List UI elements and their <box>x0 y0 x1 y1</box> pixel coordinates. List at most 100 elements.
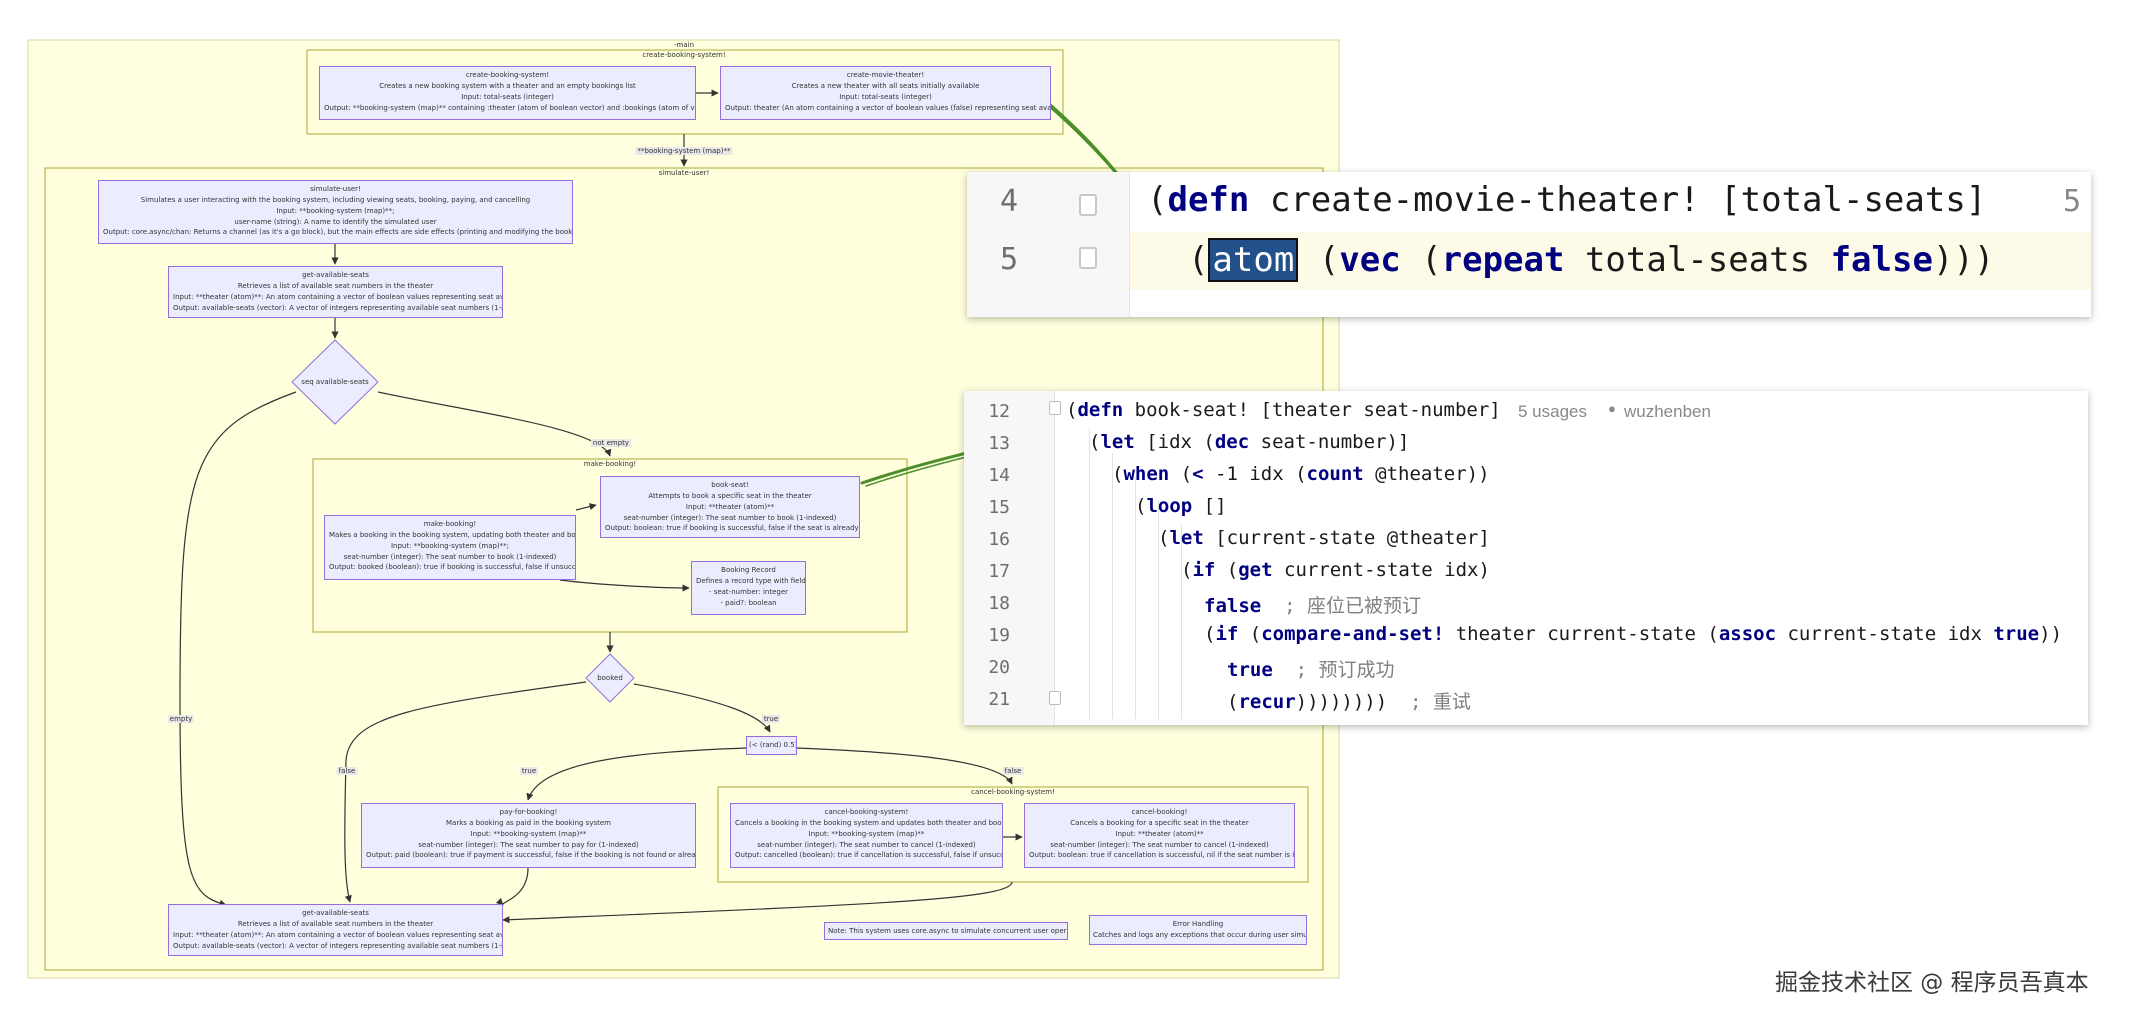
node-desc: Cancels a booking for a specific seat in… <box>1070 818 1249 827</box>
make-group-label: make-booking! <box>583 460 637 468</box>
node-input-2: seat-number (integer): The seat number t… <box>343 552 557 561</box>
line-number: 18 <box>988 593 1010 614</box>
cancel-booking-node: cancel-booking! Cancels a booking for a … <box>1024 803 1295 868</box>
line-number: 19 <box>988 625 1010 646</box>
node-output: Output: available-seats (vector): A vect… <box>173 303 503 312</box>
node-title: simulate-user! <box>310 185 361 193</box>
seq-available-seats-label: seq available-seats <box>301 378 369 386</box>
code-panel-book-seat: 12 13 14 15 16 17 18 19 20 21 (defn book… <box>964 391 2088 725</box>
line-number: 12 <box>988 401 1010 422</box>
edge-label-false-rand: false <box>1002 767 1024 775</box>
node-title: (< (rand) 0.5) <box>749 741 797 749</box>
node-desc: Creates a new booking system with a thea… <box>379 81 636 90</box>
edge-label-booking-system: **booking-system (map)** <box>635 147 733 155</box>
code-line-15: (loop [] <box>1135 495 1227 517</box>
node-title: pay-for-booking! <box>499 808 558 816</box>
node-input: Input: **booking-system (map)** <box>470 829 587 838</box>
node-desc: Marks a booking as paid in the booking s… <box>445 818 611 827</box>
node-output: Output: boolean: true if booking is succ… <box>605 524 859 533</box>
line-number: 5 <box>999 242 1019 277</box>
node-output: Output: paid (boolean): true if payment … <box>366 851 696 860</box>
get-available-seats-bottom-node: get-available-seats Retrieves a list of … <box>168 904 503 956</box>
node-desc: Simulates a user interacting with the bo… <box>140 195 531 204</box>
edge-label-true-rand: true <box>519 767 539 775</box>
node-input: Input: **booking-system (map)** <box>808 829 925 838</box>
line-number: 16 <box>988 529 1010 550</box>
code-line-13: (let [idx (dec seat-number)] <box>1089 431 1410 453</box>
node-desc: Cancels a booking in the booking system … <box>735 818 1003 827</box>
code-line-21: (recur)))))))) ; 重试 <box>1227 691 1471 713</box>
node-desc: Catches and logs any exceptions that occ… <box>1093 931 1307 939</box>
node-input: Input: **booking-system (map)**; <box>390 541 510 550</box>
watermark: 掘金技术社区 @ 程序员吾真本 <box>1775 970 2089 996</box>
node-output: Output: core.async/chan: Returns a chann… <box>103 228 573 237</box>
line-number: 20 <box>988 657 1010 678</box>
node-input: Input: total-seats (integer) <box>461 92 554 101</box>
node-input: Input: **booking-system (map)**; <box>276 206 395 215</box>
fold-marker-icon[interactable] <box>1049 401 1061 415</box>
code-line-20: true ; 预订成功 <box>1227 659 1395 681</box>
selected-token: atom <box>1208 238 1299 282</box>
booked-label: booked <box>597 674 623 682</box>
node-input: Input: total-seats (integer) <box>839 92 932 101</box>
node-field-2: - paid?: boolean <box>720 598 777 607</box>
node-title: book-seat! <box>711 481 749 489</box>
line-number: 17 <box>988 561 1010 582</box>
node-desc: Retrieves a list of available seat numbe… <box>237 919 434 928</box>
edge-label-not-empty: not empty <box>590 439 632 447</box>
fold-marker-icon[interactable] <box>1049 691 1061 705</box>
code-line-19: (if (compare-and-set! theater current-st… <box>1204 623 2063 645</box>
create-booking-system-node: create-booking-system! Creates a new boo… <box>319 66 696 120</box>
node-title: make-booking! <box>423 520 477 528</box>
node-input: Input: **theater (atom)**: An atom conta… <box>173 930 503 939</box>
node-title: create-movie-theater! <box>846 71 925 79</box>
node-desc: Creates a new theater with all seats ini… <box>791 81 980 90</box>
node-output: Output: theater (An atom containing a ve… <box>725 103 1051 112</box>
error-handling-node: Error Handling Catches and logs any exce… <box>1089 915 1307 945</box>
node-input: Input: **theater (atom)**: An atom conta… <box>173 292 503 301</box>
get-available-seats-top-node: get-available-seats Retrieves a list of … <box>168 266 503 318</box>
node-input-2: seat-number (integer): The seat number t… <box>1050 840 1269 849</box>
code-line-12: (defn book-seat! [theater seat-number] <box>1066 399 1501 421</box>
node-output: Output: booked (boolean): true if bookin… <box>329 563 576 572</box>
node-title: create-booking-system! <box>465 71 550 79</box>
cancel-group-label: cancel-booking-system! <box>971 788 1055 796</box>
right-line-number: 5 <box>2063 184 2082 219</box>
node-desc: Makes a booking in the booking system, u… <box>329 530 576 539</box>
code-line-18: false ; 座位已被预订 <box>1204 595 1421 617</box>
line-number: 14 <box>988 465 1010 486</box>
edge-label-false-booked: false <box>336 767 358 775</box>
code-line-14: (when (< -1 idx (count @theater)) <box>1112 463 1490 485</box>
pay-for-booking-node: pay-for-booking! Marks a booking as paid… <box>361 803 696 868</box>
node-input: Input: **theater (atom)** <box>1115 829 1204 838</box>
author-icon: ● <box>1608 401 1616 416</box>
book-seat-node: book-seat! Attempts to book a specific s… <box>600 476 860 538</box>
fold-marker-icon[interactable] <box>1079 194 1097 216</box>
node-output: Output: available-seats (vector): A vect… <box>173 941 503 950</box>
author-hint[interactable]: wuzhenben <box>1624 402 1711 422</box>
main-label: -main <box>673 41 695 49</box>
code-line-17: (if (get current-state idx) <box>1181 559 1490 581</box>
node-output: Output: boolean: true if cancellation is… <box>1029 851 1295 860</box>
create-group-label: create-booking-system! <box>642 51 726 59</box>
fold-marker-icon[interactable] <box>1079 247 1097 269</box>
node-output: Output: cancelled (boolean): true if can… <box>735 851 1003 860</box>
node-title: get-available-seats <box>302 909 369 917</box>
node-field-1: - seat-number: integer <box>708 587 789 596</box>
simulate-user-node: simulate-user! Simulates a user interact… <box>98 180 573 244</box>
node-input-2: seat-number (integer): The seat number t… <box>623 513 837 522</box>
node-title: get-available-seats <box>302 271 369 279</box>
line-number: 13 <box>988 433 1010 454</box>
edge-label-empty: empty <box>167 715 195 723</box>
node-input: Input: **theater (atom)** <box>685 502 775 511</box>
usages-hint[interactable]: 5 usages <box>1518 402 1587 422</box>
edge-label-true-booked: true <box>761 715 781 723</box>
node-title: Booking Record <box>721 566 776 574</box>
rand-node: (< (rand) 0.5) <box>746 736 797 755</box>
booking-record-node: Booking Record Defines a record type wit… <box>691 561 806 615</box>
code-line-5: (atom (vec (repeat total-seats false))) <box>1147 238 1995 282</box>
note-node: Note: This system uses core.async to sim… <box>824 922 1068 940</box>
simulate-group-label: simulate-user! <box>658 169 710 177</box>
line-number: 21 <box>988 689 1010 710</box>
node-output: Output: **booking-system (map)** contain… <box>324 103 696 112</box>
